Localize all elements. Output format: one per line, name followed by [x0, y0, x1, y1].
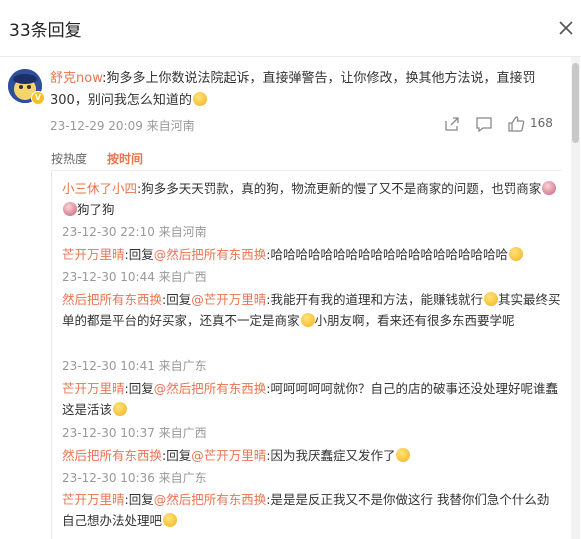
reply-author[interactable]: 然后把所有东西换	[62, 292, 162, 307]
main-comment-body: :狗多多上你数说法院起诉，直接弹警告，让你修改，换其他方法说，直接罚300，别问…	[50, 71, 536, 108]
reply-item: 小三休了小四:狗多多天天罚款，真的狗，物流更新的慢了又不是商家的问题，也罚商家狗…	[62, 178, 562, 220]
dialog-header: 33条回复	[0, 0, 581, 57]
reply-timestamp: 23-12-30 10:44 来自广西	[62, 270, 207, 284]
rolling-eyes-emoji-icon	[396, 448, 411, 462]
reply-item: 芒开万里晴:回复@然后把所有东西换:呵呵呵呵呵就你？自己的店的破事还没处理好呢谁…	[62, 378, 562, 420]
reply-timestamp: 23-12-30 22:10 来自河南	[62, 225, 207, 239]
like-icon[interactable]	[507, 115, 525, 133]
reply-timestamp: 23-12-30 10:41 来自广东	[62, 359, 207, 373]
reply-word: :回复	[124, 492, 154, 507]
reply-body: :我能开有我的道理和方法，能赚钱就行	[266, 292, 483, 307]
reply-body-3: 小朋友啊，看来还有很多东西要学呢	[314, 313, 515, 328]
reply-item: 然后把所有东西换:回复@芒开万里晴:我能开有我的道理和方法，能赚钱就行 其实最终买…	[62, 289, 562, 331]
close-icon[interactable]	[556, 18, 576, 38]
reply-body: :因为我厌蠢症又发作了	[266, 448, 396, 463]
reply-list: 小三休了小四:狗多多天天罚款，真的狗，物流更新的慢了又不是商家的问题，也罚商家狗…	[51, 171, 563, 539]
face-emoji-icon	[63, 202, 77, 216]
reply-body-end: 狗了狗	[77, 202, 115, 217]
reply-author[interactable]: 芒开万里晴	[62, 492, 125, 507]
shush-emoji-icon	[163, 513, 178, 527]
reply-timestamp: 23-12-30 10:36 来自广东	[62, 471, 207, 485]
reply-mention[interactable]: @然后把所有东西换	[154, 247, 267, 262]
reply-body: :狗多多天天罚款，真的狗，物流更新的慢了又不是商家的问题，也罚商家	[137, 181, 542, 196]
scrollbar-thumb[interactable]	[572, 63, 579, 143]
smile-emoji-icon	[113, 402, 128, 416]
thinking-emoji-icon	[508, 247, 523, 261]
reply-item: 芒开万里晴:回复@然后把所有东西换:是是是反正我又不是你做这行 我替你们急个什么…	[62, 489, 562, 531]
dialog-title: 33条回复	[9, 21, 82, 41]
main-comment-author[interactable]: 舒克now	[50, 71, 102, 86]
wink-emoji-icon	[483, 292, 498, 306]
sort-by-time-tab[interactable]: 按时间	[107, 150, 143, 167]
main-comment-timestamp: 23-12-29 20:09 来自河南	[50, 119, 195, 133]
main-comment-text: 舒克now:狗多多上你数说法院起诉，直接弹警告，让你修改，换其他方法说，直接罚3…	[50, 68, 555, 112]
like-count: 168	[530, 116, 553, 130]
reply-item: 芒开万里晴:回复@然后把所有东西换:哈哈哈哈哈哈哈哈哈哈哈哈哈哈哈哈哈哈哈	[62, 244, 562, 265]
face-emoji-icon	[542, 181, 557, 195]
reply-word: :回复	[124, 247, 154, 262]
reply-word: :回复	[162, 292, 192, 307]
reply-word: :回复	[124, 381, 154, 396]
smirk-emoji-icon	[192, 92, 207, 106]
laugh-emoji-icon	[300, 313, 315, 327]
reply-item: 然后把所有东西换:回复@芒开万里晴:因为我厌蠢症又发作了	[62, 445, 562, 466]
verified-badge: V	[31, 91, 45, 105]
reply-mention[interactable]: @然后把所有东西换	[154, 381, 267, 396]
reply-author[interactable]: 芒开万里晴	[62, 381, 125, 396]
reply-author[interactable]: 然后把所有东西换	[62, 448, 162, 463]
share-icon[interactable]	[443, 115, 461, 133]
reply-mention[interactable]: @芒开万里晴	[191, 292, 266, 307]
reply-word: :回复	[162, 448, 192, 463]
reply-author[interactable]: 小三休了小四	[62, 181, 137, 196]
reply-timestamp: 23-12-30 10:37 来自广西	[62, 426, 207, 440]
reply-author[interactable]: 芒开万里晴	[62, 247, 125, 262]
reply-mention[interactable]: @然后把所有东西换	[154, 492, 267, 507]
sort-by-hot-tab[interactable]: 按热度	[51, 150, 87, 167]
comment-icon[interactable]	[475, 115, 493, 133]
scrollbar[interactable]	[571, 57, 580, 539]
reply-mention[interactable]: @芒开万里晴	[191, 448, 266, 463]
reply-body: :哈哈哈哈哈哈哈哈哈哈哈哈哈哈哈哈哈哈哈	[266, 247, 508, 262]
